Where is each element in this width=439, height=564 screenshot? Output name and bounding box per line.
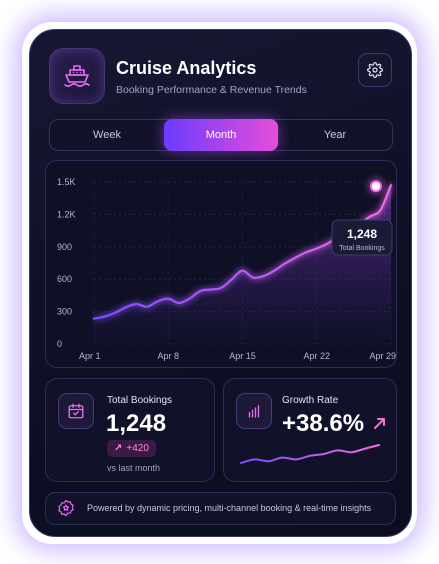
sparkline-path	[240, 444, 380, 464]
gear-icon	[367, 62, 383, 78]
tab-week[interactable]: Week	[50, 120, 164, 150]
x-tick-label: Apr 8	[157, 351, 179, 361]
bookings-delta-value: +420	[126, 443, 149, 454]
tooltip-value: 1,248	[347, 227, 377, 241]
total-bookings-value: 1,248	[106, 410, 167, 437]
analytics-card: Cruise Analytics Booking Performance & R…	[29, 29, 412, 537]
cruise-ship-icon	[49, 48, 105, 104]
page-title: Cruise Analytics	[116, 58, 257, 78]
calendar-check-icon	[58, 393, 94, 429]
total-bookings-card: Total Bookings 1,248 ↗ +420 vs last month	[45, 378, 215, 482]
x-tick-label: Apr 15	[229, 351, 256, 361]
x-tick-label: Apr 29	[369, 351, 396, 361]
page-subtitle: Booking Performance & Revenue Trends	[116, 84, 307, 96]
tab-year[interactable]: Year	[278, 120, 392, 150]
y-tick-label: 1.2K	[57, 209, 76, 219]
x-tick-label: Apr 1	[79, 351, 101, 361]
footer-text: Powered by dynamic pricing, multi-channe…	[87, 503, 372, 513]
growth-rate-card: Growth Rate +38.6%	[223, 378, 397, 482]
x-tick-label: Apr 22	[303, 351, 330, 361]
y-tick-label: 300	[57, 307, 72, 317]
footer-banner: Powered by dynamic pricing, multi-channe…	[45, 492, 396, 525]
y-tick-label: 900	[57, 242, 72, 252]
total-bookings-label: Total Bookings	[107, 395, 173, 406]
growth-sparkline	[240, 444, 380, 464]
highlight-point	[370, 180, 382, 193]
arrow-up-right-icon: ↗	[114, 443, 123, 454]
bookings-comparison-note: vs last month	[107, 463, 161, 473]
tooltip-label: Total Bookings	[339, 245, 385, 252]
bookings-chart-svg: 0 300 600 900 1.2K 1.5K Apr 1 Apr 8 Apr 15 Apr 22…	[57, 177, 396, 361]
star-badge-icon	[58, 499, 74, 517]
y-tick-label: 600	[57, 274, 72, 284]
growth-rate-label: Growth Rate	[282, 395, 339, 406]
settings-button[interactable]	[358, 53, 392, 87]
bookings-chart: 0 300 600 900 1.2K 1.5K Apr 1 Apr 8 Apr 15 Apr 22…	[45, 160, 397, 368]
y-tick-label: 1.5K	[57, 177, 76, 187]
period-tabs: Week Month Year	[49, 119, 393, 151]
bookings-delta-badge: ↗ +420	[107, 440, 156, 457]
arrow-up-right-icon	[374, 418, 385, 429]
chart-area-fill	[94, 185, 391, 344]
bar-chart-icon	[236, 393, 272, 429]
tab-month[interactable]: Month	[164, 119, 278, 151]
growth-rate-value: +38.6%	[282, 410, 365, 437]
y-tick-label: 0	[57, 339, 62, 349]
